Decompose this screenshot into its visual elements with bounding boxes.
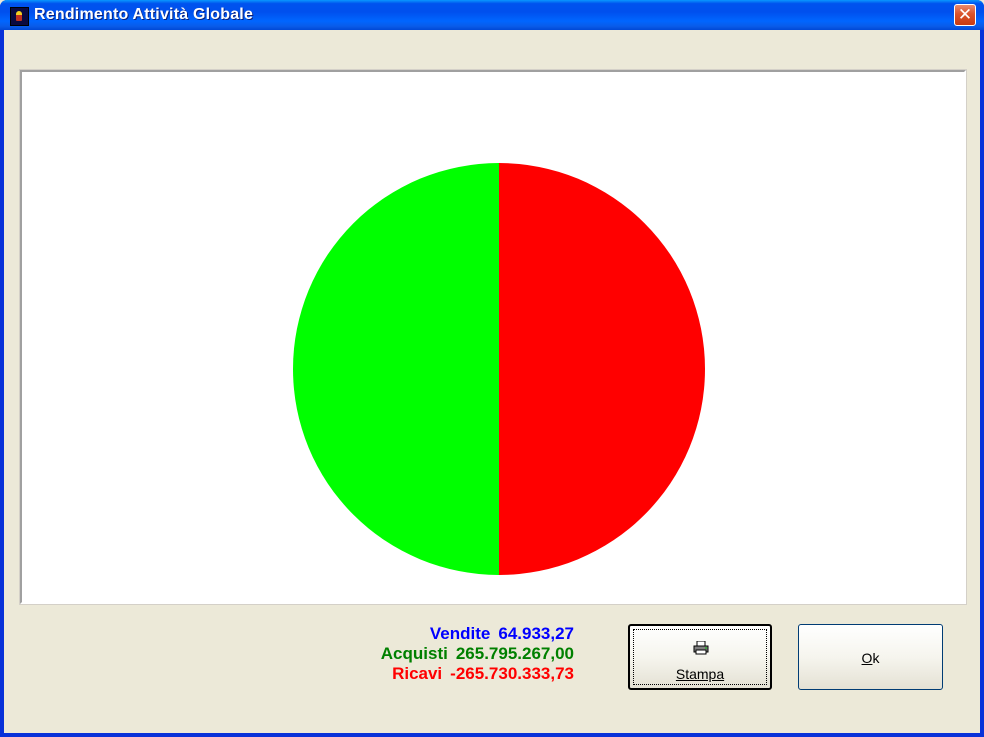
printer-icon	[693, 641, 709, 655]
chart-panel	[19, 69, 967, 605]
rendimento-window: Rendimento Attività Globale ✕ Vendite 64.…	[0, 0, 984, 737]
vendite-row: Vendite 64.933,27	[381, 624, 574, 644]
ok-label: Ok	[799, 650, 942, 666]
app-icon[interactable]	[10, 7, 29, 26]
pie-slice-acquisti	[293, 163, 499, 575]
acquisti-value: 265.795.267,00	[455, 644, 574, 663]
stampa-label: Stampa	[675, 666, 725, 682]
vendite-value: 64.933,27	[498, 624, 574, 643]
ok-hotkey: O	[861, 650, 873, 666]
summary-legend: Vendite 64.933,27 Acquisti 265.795.267,00 …	[381, 624, 574, 684]
acquisti-row: Acquisti 265.795.267,00	[381, 644, 574, 664]
title-bar[interactable]: Rendimento Attività Globale ✕	[0, 0, 984, 30]
ricavi-value: -265.730.333,73	[450, 664, 574, 683]
acquisti-label: Acquisti	[380, 644, 448, 663]
ricavi-label: Ricavi	[392, 664, 443, 683]
ok-label-rest: k	[872, 650, 880, 666]
vendite-label: Vendite	[429, 624, 491, 643]
pie-slice-ricavi	[499, 163, 705, 575]
close-button[interactable]: ✕	[954, 4, 976, 26]
window-title: Rendimento Attività Globale	[34, 6, 254, 23]
ok-button[interactable]: Ok	[798, 624, 943, 690]
ricavi-row: Ricavi -265.730.333,73	[381, 664, 574, 684]
pie-chart	[293, 163, 705, 575]
stampa-button[interactable]: Stampa	[628, 624, 772, 690]
